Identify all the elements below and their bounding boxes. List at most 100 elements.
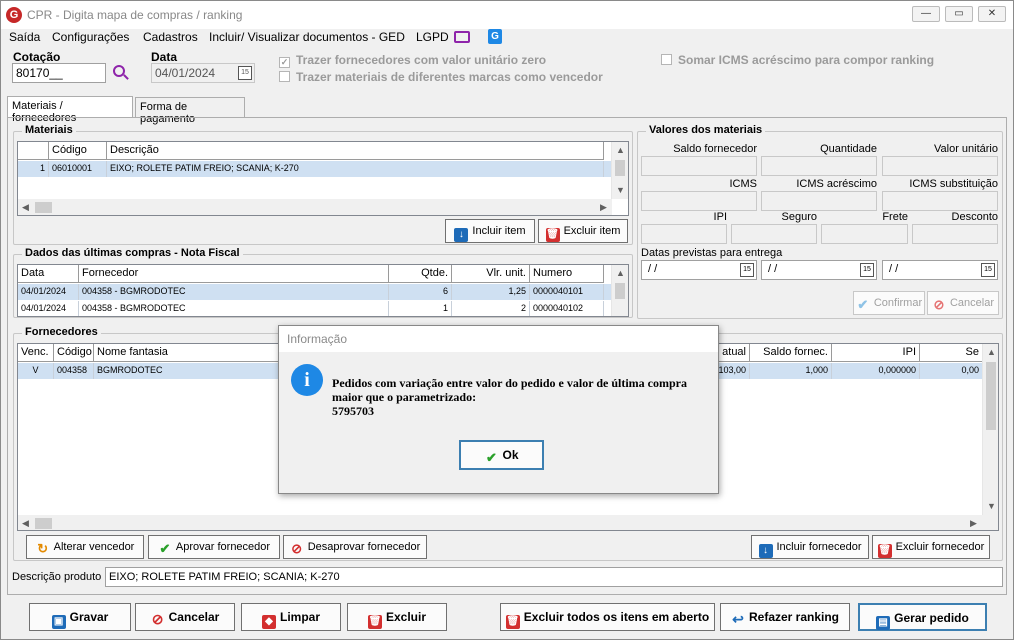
data-entrega-2[interactable]: / / 15 (761, 260, 877, 280)
col-descricao[interactable]: Descrição (107, 142, 604, 160)
menu-configuracoes[interactable]: Configurações (52, 29, 129, 45)
calendar-icon[interactable]: 15 (238, 66, 252, 80)
scroll-thumb[interactable] (35, 518, 52, 529)
menu-ged[interactable]: Incluir/ Visualizar documentos - GED (209, 29, 405, 45)
col-saldo-fornec[interactable]: Saldo fornec. (750, 344, 832, 362)
col-ipi[interactable]: IPI (832, 344, 920, 362)
scroll-thumb[interactable] (615, 283, 625, 299)
cell-nome-fantasia[interactable]: BGMRODOTEC (94, 363, 279, 379)
menu-lgpd[interactable]: LGPD (416, 29, 449, 45)
col-data[interactable]: Data (18, 265, 79, 283)
limpar-button[interactable]: ◆ Limpar (241, 603, 341, 631)
maximize-button[interactable]: ▭ (945, 6, 973, 22)
saldo-fornecedor-field[interactable] (641, 156, 757, 176)
icms-acrescimo-field[interactable] (761, 191, 877, 211)
cell-codigo[interactable]: 004358 (54, 363, 94, 379)
cell-venc[interactable]: V (18, 363, 54, 379)
quantidade-field[interactable] (761, 156, 877, 176)
cell-ipi[interactable]: 0,000000 (832, 363, 920, 379)
cell-qtde[interactable]: 6 (389, 284, 452, 300)
data-input[interactable]: 04/01/2024 15 (151, 63, 255, 83)
alterar-vencedor-button[interactable]: ↻ Alterar vencedor (26, 535, 144, 559)
horizontal-scrollbar[interactable]: ◀ ▶ (18, 515, 998, 530)
scroll-up-icon[interactable]: ▲ (616, 145, 625, 155)
confirmar-button[interactable]: ✔ Confirmar (853, 291, 925, 315)
scroll-left-icon[interactable]: ◀ (22, 518, 29, 529)
cell-descricao[interactable]: EIXO; ROLETE PATIM FREIO; SCANIA; K-270 (107, 161, 604, 177)
desconto-field[interactable] (912, 224, 998, 244)
scroll-thumb[interactable] (986, 362, 996, 430)
incluir-item-button[interactable]: ↓ Incluir item (445, 219, 535, 243)
scroll-up-icon[interactable]: ▲ (616, 268, 625, 278)
aprovar-fornecedor-button[interactable]: ✔ Aprovar fornecedor (148, 535, 280, 559)
cell-codigo[interactable]: 06010001 (49, 161, 107, 177)
scroll-right-icon[interactable]: ▶ (600, 202, 607, 213)
vertical-scrollbar[interactable]: ▲ ▼ (611, 142, 628, 199)
scroll-left-icon[interactable]: ◀ (22, 202, 29, 213)
scroll-right-icon[interactable]: ▶ (970, 518, 977, 529)
cell-data[interactable]: 04/01/2024 (18, 284, 79, 300)
excluir-item-button[interactable]: 🗑 Excluir item (538, 219, 628, 243)
excluir-fornecedor-button[interactable]: 🗑 Excluir fornecedor (872, 535, 990, 559)
col-seguro[interactable]: Se (920, 344, 983, 362)
cell-vlr[interactable]: 2 (452, 301, 530, 316)
excluir-todos-button[interactable]: 🗑 Excluir todos os itens em aberto (500, 603, 715, 631)
minimize-button[interactable]: — (912, 6, 940, 22)
scroll-down-icon[interactable]: ▼ (987, 501, 996, 511)
col-venc[interactable]: Venc. (18, 344, 54, 362)
ultimas-compras-grid[interactable]: Data Fornecedor Qtde. Vlr. unit. Numero … (17, 264, 629, 317)
cancelar-valores-button[interactable]: ⊘ Cancelar (927, 291, 999, 315)
excluir-button[interactable]: 🗑 Excluir (347, 603, 447, 631)
menu-saida[interactable]: Saída (9, 29, 40, 45)
chk-somar-icms[interactable]: Somar ICMS acréscimo para compor ranking (661, 53, 934, 67)
col-codigo[interactable]: Código (54, 344, 94, 362)
calendar-icon[interactable]: 15 (740, 263, 754, 277)
col-nome-fantasia[interactable]: Nome fantasia (94, 344, 279, 362)
calendar-icon[interactable]: 15 (860, 263, 874, 277)
chk-diferentes-marcas[interactable]: Trazer materiais de diferentes marcas co… (279, 70, 603, 84)
data-entrega-1[interactable]: / / 15 (641, 260, 757, 280)
scroll-thumb[interactable] (615, 160, 625, 176)
ok-button[interactable]: ✔ Ok (459, 440, 544, 470)
cell-numero[interactable]: 0000040102 (530, 301, 604, 316)
vertical-scrollbar[interactable]: ▲ (611, 265, 628, 316)
tab-materiais-fornecedores[interactable]: Materiais / fornecedores (7, 96, 133, 124)
cell-saldo[interactable]: 1,000 (750, 363, 832, 379)
gerar-pedido-button[interactable]: ▤ Gerar pedido (858, 603, 987, 631)
cell-fornecedor[interactable]: 004358 - BGMRODOTEC (79, 284, 389, 300)
materiais-grid[interactable]: Código Descrição 1 06010001 EIXO; ROLETE… (17, 141, 629, 216)
scroll-down-icon[interactable]: ▼ (616, 185, 625, 195)
ged-icon[interactable]: G (488, 29, 502, 44)
cancelar-button[interactable]: ⊘ Cancelar (135, 603, 235, 631)
cotacao-input[interactable]: 80170__ (12, 63, 106, 83)
frete-field[interactable] (821, 224, 908, 244)
scroll-thumb[interactable] (35, 202, 52, 213)
cell-vlr[interactable]: 1,25 (452, 284, 530, 300)
col-vlr-unit[interactable]: Vlr. unit. (452, 265, 530, 283)
close-button[interactable]: ✕ (978, 6, 1006, 22)
cell-seguro[interactable]: 0,00 (920, 363, 983, 379)
chk-fornecedores-zero[interactable]: ✓ Trazer fornecedores com valor unitário … (279, 53, 546, 68)
horizontal-scrollbar[interactable]: ◀ ▶ (18, 199, 612, 215)
col-numero[interactable]: Numero (530, 265, 604, 283)
col-qtde[interactable]: Qtde. (389, 265, 452, 283)
descricao-produto-field[interactable]: EIXO; ROLETE PATIM FREIO; SCANIA; K-270 (105, 567, 1003, 587)
data-entrega-3[interactable]: / / 15 (882, 260, 998, 280)
menu-cadastros[interactable]: Cadastros (143, 29, 198, 45)
monitor-icon[interactable] (454, 31, 470, 43)
vertical-scrollbar[interactable]: ▲ ▼ (982, 344, 998, 515)
ipi-field[interactable] (641, 224, 727, 244)
col-codigo[interactable]: Código (49, 142, 107, 160)
valor-unitario-field[interactable] (882, 156, 998, 176)
cell-qtde[interactable]: 1 (389, 301, 452, 316)
icms-substituicao-field[interactable] (882, 191, 998, 211)
refazer-ranking-button[interactable]: ↩ Refazer ranking (720, 603, 850, 631)
incluir-fornecedor-button[interactable]: ↓ Incluir fornecedor (751, 535, 869, 559)
icms-field[interactable] (641, 191, 757, 211)
cell-numero[interactable]: 0000040101 (530, 284, 604, 300)
cell-fornecedor[interactable]: 004358 - BGMRODOTEC (79, 301, 389, 316)
scroll-up-icon[interactable]: ▲ (987, 347, 996, 357)
col-fornecedor[interactable]: Fornecedor (79, 265, 389, 283)
calendar-icon[interactable]: 15 (981, 263, 995, 277)
cell-data[interactable]: 04/01/2024 (18, 301, 79, 316)
